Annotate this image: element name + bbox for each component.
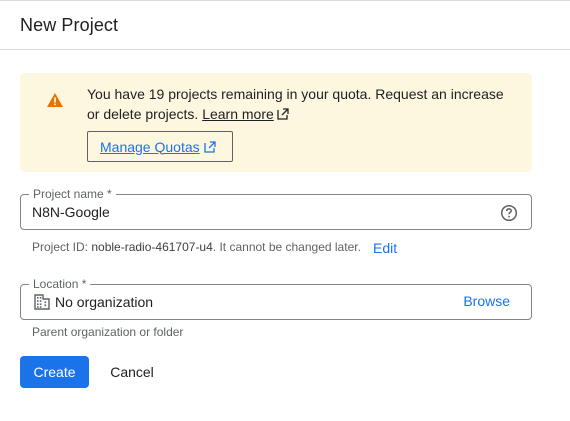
external-link-icon (277, 108, 289, 120)
location-hint: Parent organization or folder (32, 325, 184, 339)
browse-location-button[interactable]: Browse (463, 293, 510, 309)
quota-warning-banner: You have 19 projects remaining in your q… (20, 73, 532, 172)
project-id-hint: Project ID: noble-radio-461707-u4. It ca… (32, 240, 361, 254)
location-label: Location * (29, 277, 91, 291)
manage-quotas-button[interactable]: Manage Quotas (87, 131, 233, 162)
quota-message-text: You have 19 projects remaining in your q… (87, 86, 504, 122)
page-title: New Project (20, 15, 119, 35)
warning-icon (47, 93, 63, 107)
project-name-field[interactable]: Project name * (20, 187, 532, 230)
project-id-prefix: Project ID: (32, 240, 89, 254)
manage-quotas-label: Manage Quotas (100, 138, 200, 155)
project-name-input[interactable] (32, 204, 472, 220)
building-icon (34, 294, 50, 310)
quota-message: You have 19 projects remaining in your q… (87, 84, 517, 124)
location-field[interactable]: Location * No organization Browse (20, 277, 532, 320)
project-id-value: noble-radio-461707-u4 (91, 240, 213, 254)
edit-project-id-link[interactable]: Edit (373, 240, 397, 256)
location-value: No organization (55, 294, 154, 310)
create-button[interactable]: Create (20, 356, 89, 388)
learn-more-link[interactable]: Learn more (202, 106, 289, 122)
cancel-button[interactable]: Cancel (98, 356, 166, 388)
header-bar: New Project (0, 0, 570, 50)
project-id-suffix: . It cannot be changed later. (212, 240, 361, 254)
project-name-label: Project name * (29, 187, 116, 201)
external-link-icon (203, 140, 216, 153)
help-circle-icon[interactable] (500, 204, 518, 222)
